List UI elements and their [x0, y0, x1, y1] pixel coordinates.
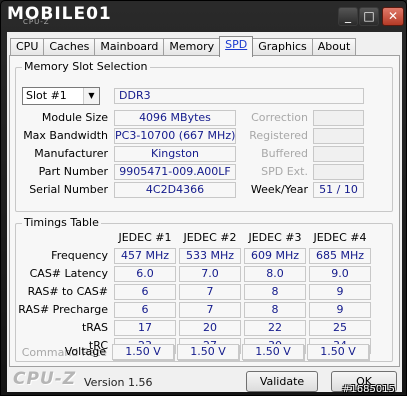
manufacturer-label: Manufacturer: [34, 147, 108, 160]
registered-value: [313, 128, 364, 144]
memory-type-field: DDR3: [114, 88, 364, 104]
timings-col-header: JEDEC #2: [183, 231, 237, 244]
ras-to-cas-label: RAS# to CAS#: [27, 285, 108, 298]
timing-cell: 1.50 V: [177, 344, 239, 360]
timing-cell: 7: [179, 302, 241, 318]
tab-cpu[interactable]: CPU: [10, 38, 45, 56]
frequency-label: Frequency: [51, 249, 108, 262]
serial-number-value: 4C2D4366: [114, 182, 236, 198]
timing-cell: 1.50 V: [112, 344, 174, 360]
timings-col-header: JEDEC #3: [248, 231, 302, 244]
maximize-button[interactable]: □: [359, 7, 379, 26]
timing-cell: 533 MHz: [179, 248, 241, 264]
ras-precharge-label: RAS# Precharge: [18, 303, 108, 316]
tab-mainboard[interactable]: Mainboard: [94, 38, 165, 56]
timing-cell: 20: [179, 320, 241, 336]
timing-cell: 8: [244, 302, 306, 318]
module-size-value: 4096 MBytes: [114, 110, 236, 126]
cpuz-logo: CPU-Z: [13, 369, 77, 389]
close-button[interactable]: ✕: [382, 7, 404, 26]
timing-cell: 6: [114, 284, 176, 300]
part-number-label: Part Number: [38, 165, 108, 178]
spd-ext-value: [313, 164, 364, 180]
timing-cell: 7: [179, 284, 241, 300]
max-bandwidth-label: Max Bandwidth: [23, 129, 108, 142]
timing-cell: 6.0: [114, 266, 176, 282]
timing-cell: 7.0: [179, 266, 241, 282]
registered-label: Registered: [249, 129, 308, 142]
memory-slot-group-title: Memory Slot Selection: [22, 60, 150, 73]
chevron-down-icon[interactable]: ▼: [83, 88, 99, 104]
part-number-value: 9905471-009.A00LF: [114, 164, 236, 180]
timing-cell: 609 MHz: [244, 248, 306, 264]
title-bar[interactable]: MOBILE01 CPU-Z _ □ ✕: [1, 1, 406, 31]
correction-label: Correction: [251, 111, 308, 124]
week-year-value: 51 / 10: [313, 182, 364, 198]
timing-cell: 9: [309, 302, 371, 318]
max-bandwidth-value: PC3-10700 (667 MHz): [114, 128, 236, 144]
slot-select[interactable]: Slot #1 ▼: [22, 87, 100, 105]
manufacturer-value: Kingston: [114, 146, 236, 162]
window-title-small: CPU-Z: [23, 18, 50, 26]
timing-cell: 8.0: [244, 266, 306, 282]
tab-caches[interactable]: Caches: [43, 38, 96, 56]
timing-cell: 457 MHz: [114, 248, 176, 264]
buffered-value: [313, 146, 364, 162]
client-area: CPU Caches Mainboard Memory SPD Graphics…: [7, 32, 402, 392]
timings-group: Timings Table JEDEC #1 JEDEC #2 JEDEC #3…: [15, 216, 393, 362]
minimize-button[interactable]: _: [338, 7, 358, 26]
tab-memory[interactable]: Memory: [163, 38, 221, 56]
voltage-label: Voltage: [64, 345, 106, 358]
timing-cell: 17: [114, 320, 176, 336]
timings-group-title: Timings Table: [22, 216, 101, 229]
slot-select-value: Slot #1: [26, 89, 67, 102]
timings-col-header: JEDEC #1: [118, 231, 172, 244]
timing-cell: 1.50 V: [307, 344, 369, 360]
serial-number-label: Serial Number: [29, 183, 108, 196]
timing-cell: 25: [309, 320, 371, 336]
week-year-label: Week/Year: [250, 183, 308, 196]
timing-cell: 22: [244, 320, 306, 336]
tab-bar: CPU Caches Mainboard Memory SPD Graphics…: [10, 36, 357, 57]
tab-spd[interactable]: SPD: [219, 36, 254, 57]
validate-button[interactable]: Validate: [246, 371, 318, 392]
timing-cell: 685 MHz: [309, 248, 371, 264]
timing-cell: 1.50 V: [242, 344, 304, 360]
timing-cell: 9: [309, 284, 371, 300]
timing-cell: 6: [114, 302, 176, 318]
buffered-label: Buffered: [261, 147, 308, 160]
timing-cell: 8: [244, 284, 306, 300]
cas-latency-label: CAS# Latency: [29, 267, 108, 280]
module-size-label: Module Size: [41, 111, 108, 124]
memory-slot-group: Memory Slot Selection Slot #1 ▼ DDR3 Mod…: [15, 60, 393, 212]
tras-label: tRAS: [81, 321, 108, 334]
cpuz-window: MOBILE01 CPU-Z _ □ ✕ CPU Caches Mainboar…: [0, 0, 407, 396]
timings-col-header: JEDEC #4: [313, 231, 367, 244]
spd-panel: Memory Slot Selection Slot #1 ▼ DDR3 Mod…: [9, 55, 400, 367]
spd-ext-label: SPD Ext.: [261, 165, 308, 178]
tab-about[interactable]: About: [311, 38, 357, 56]
version-text: Version 1.56: [84, 376, 153, 389]
tab-graphics[interactable]: Graphics: [252, 38, 313, 56]
watermark-text: #1685015: [342, 384, 395, 395]
timing-cell: 9.0: [309, 266, 371, 282]
correction-value: [313, 110, 364, 126]
